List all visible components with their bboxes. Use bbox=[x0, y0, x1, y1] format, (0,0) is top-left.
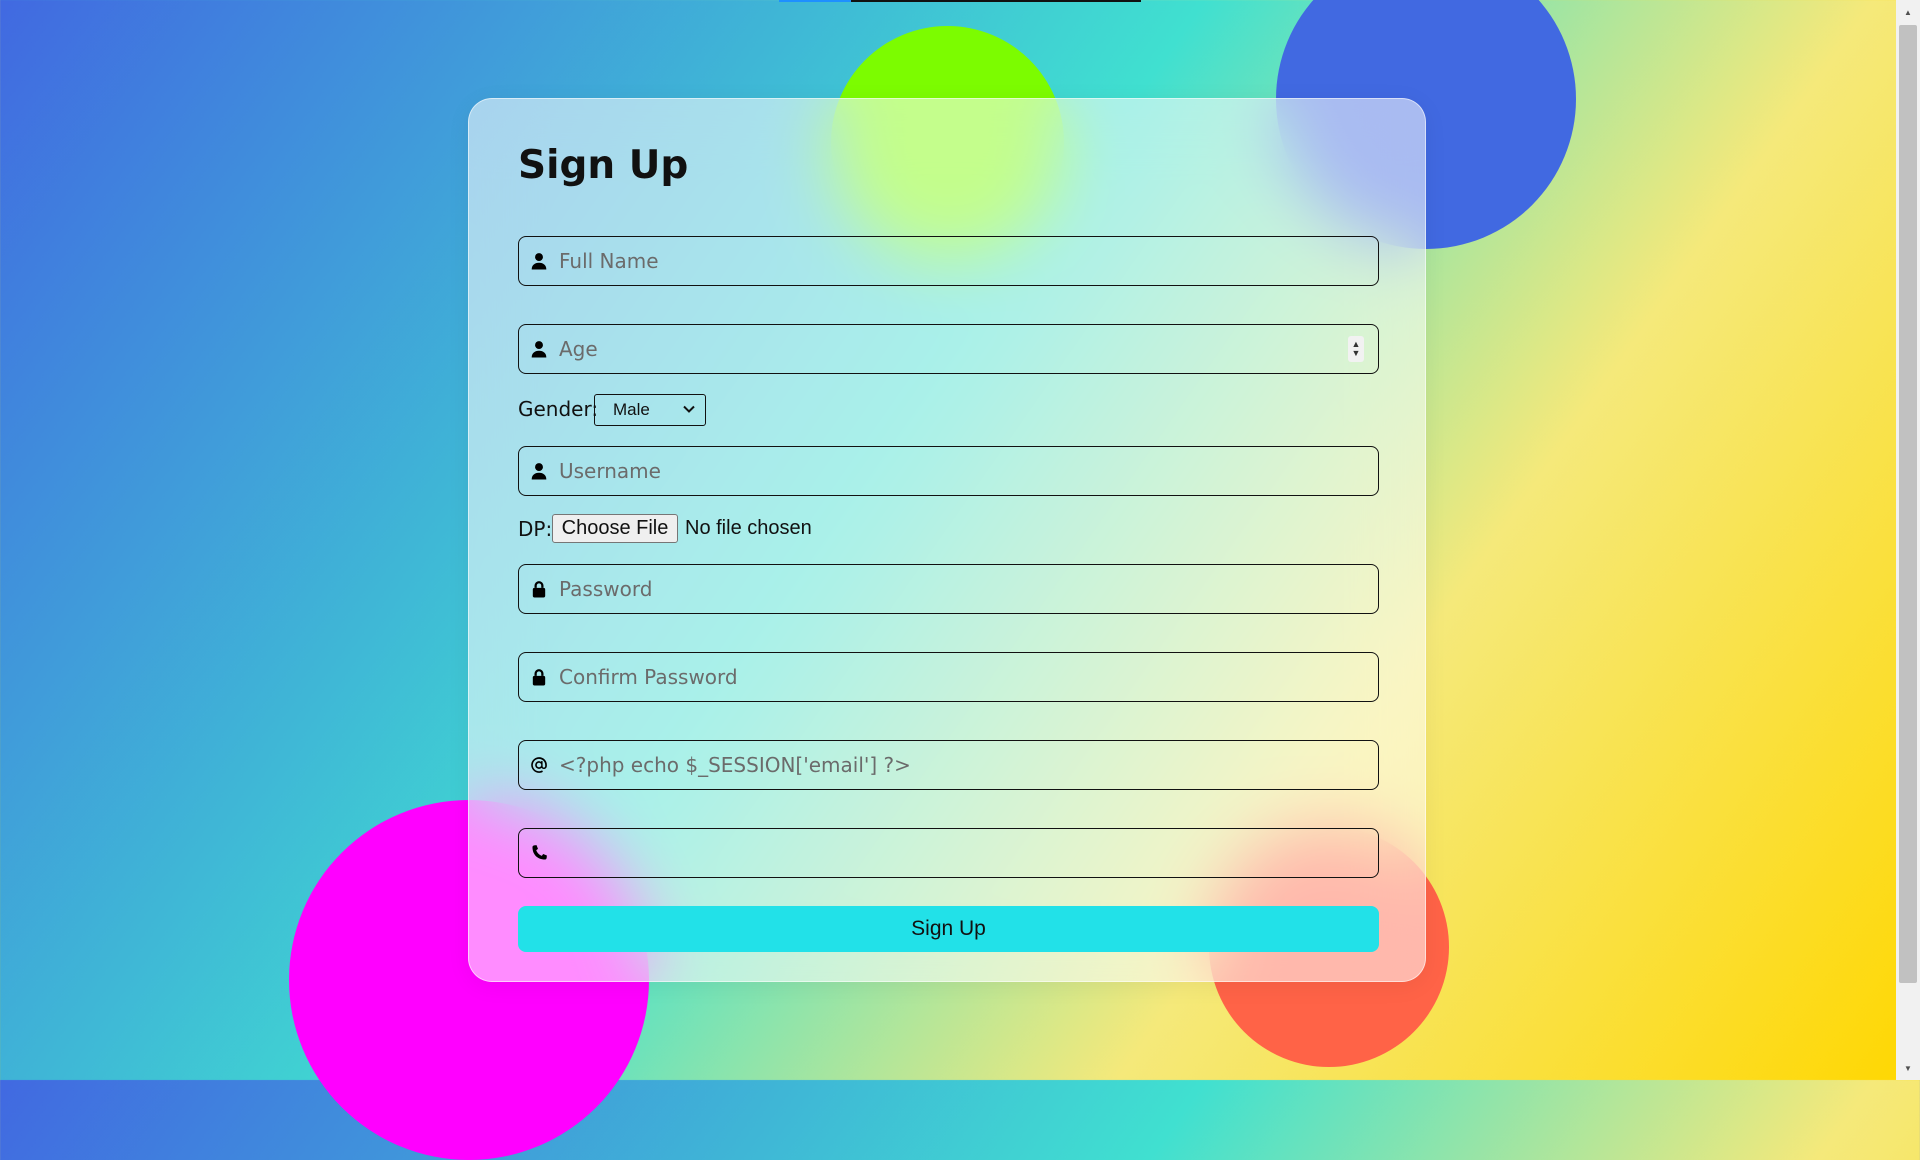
file-status-text: No file chosen bbox=[685, 517, 812, 539]
vertical-scrollbar[interactable]: ▲ ▼ bbox=[1896, 0, 1920, 1080]
lock-icon bbox=[519, 652, 559, 702]
username-field[interactable] bbox=[518, 446, 1379, 496]
gender-select[interactable]: Male bbox=[594, 394, 706, 426]
user-icon bbox=[519, 236, 559, 286]
confirm-password-field[interactable] bbox=[518, 652, 1379, 702]
dp-label: DP: bbox=[518, 517, 553, 541]
gender-label: Gender: bbox=[518, 397, 599, 421]
full-name-input[interactable] bbox=[559, 239, 1378, 283]
scroll-down-icon[interactable]: ▼ bbox=[1896, 1058, 1920, 1078]
sign-up-button[interactable]: Sign Up bbox=[518, 906, 1379, 952]
chevron-down-icon bbox=[683, 405, 695, 413]
confirm-password-input[interactable] bbox=[559, 655, 1378, 699]
page-title: Sign Up bbox=[518, 143, 689, 188]
phone-icon bbox=[519, 828, 559, 878]
age-input[interactable] bbox=[559, 327, 1348, 371]
full-name-field[interactable] bbox=[518, 236, 1379, 286]
stepper-down-icon[interactable]: ▼ bbox=[1352, 349, 1361, 358]
password-input[interactable] bbox=[559, 567, 1378, 611]
age-field[interactable]: ▲ ▼ bbox=[518, 324, 1379, 374]
phone-input[interactable] bbox=[559, 831, 1378, 875]
scrollbar-thumb[interactable] bbox=[1899, 25, 1917, 983]
page-loading-bar-fill bbox=[779, 0, 852, 2]
username-input[interactable] bbox=[559, 449, 1378, 493]
lock-icon bbox=[519, 564, 559, 614]
gender-selected-value: Male bbox=[613, 400, 650, 419]
age-stepper[interactable]: ▲ ▼ bbox=[1348, 336, 1364, 362]
password-field[interactable] bbox=[518, 564, 1379, 614]
email-field[interactable] bbox=[518, 740, 1379, 790]
page-loading-bar bbox=[779, 0, 1141, 2]
user-icon bbox=[519, 324, 559, 374]
email-input[interactable] bbox=[559, 743, 1378, 787]
signup-card: Sign Up ▲ ▼ Gender: Male DP: Choose File… bbox=[468, 98, 1426, 982]
choose-file-button[interactable]: Choose File bbox=[552, 514, 678, 543]
scroll-up-icon[interactable]: ▲ bbox=[1896, 2, 1920, 22]
phone-field[interactable] bbox=[518, 828, 1379, 878]
user-icon bbox=[519, 446, 559, 496]
at-icon bbox=[519, 740, 559, 790]
